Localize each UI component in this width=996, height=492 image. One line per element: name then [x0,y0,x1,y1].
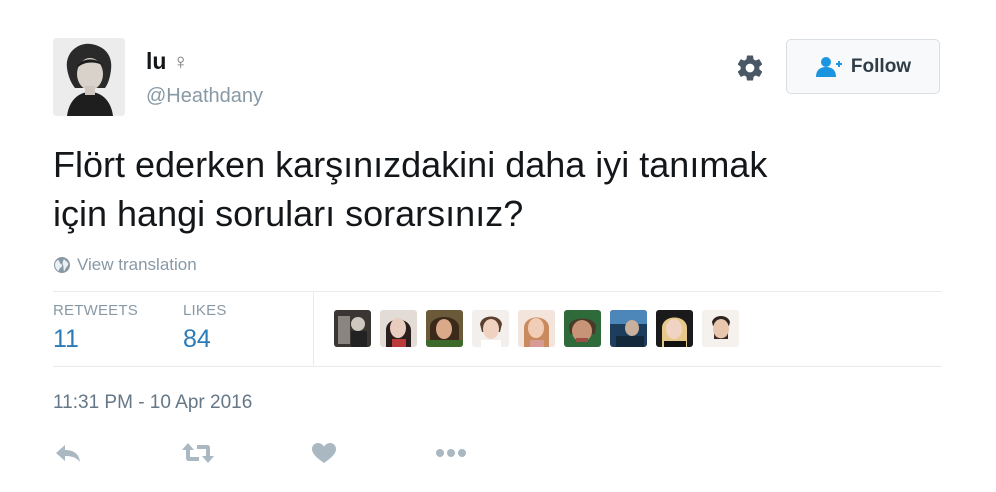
liker-avatar[interactable] [472,310,509,347]
follow-person-icon [815,56,842,77]
globe-icon [54,257,70,273]
avatar-portrait [53,38,125,116]
likes-stat[interactable]: LIKES 84 [183,302,227,354]
like-button[interactable] [307,438,341,468]
liker-avatar[interactable] [702,310,739,347]
tweet-text-line: için hangi soruları sorarsınız? [53,193,524,234]
liker-avatar[interactable] [564,310,601,347]
likers-avatars [334,310,748,347]
tweet-text: Flört ederken karşınızdakini daha iyi ta… [53,140,933,238]
heart-icon [312,443,336,463]
tweet-timestamp[interactable]: 11:31 PM - 10 Apr 2016 [53,392,252,414]
liker-avatar[interactable] [334,310,371,347]
tweet-text-line: Flört ederken karşınızdakini daha iyi ta… [53,144,768,185]
user-avatar[interactable] [53,38,125,116]
view-translation-label: View translation [77,255,197,274]
liker-avatar[interactable] [610,310,647,347]
follow-button[interactable]: Follow [786,39,940,94]
follow-label: Follow [850,55,912,77]
gear-icon [737,55,763,81]
stats-bottom-divider [53,366,942,367]
retweets-count: 11 [53,325,79,353]
likes-label: LIKES [183,302,227,319]
liker-avatar[interactable] [426,310,463,347]
liker-avatar[interactable] [380,310,417,347]
reply-button[interactable] [51,438,85,468]
liker-avatar[interactable] [656,310,693,347]
display-name[interactable]: lu ♀ [146,48,189,75]
reply-icon [56,445,80,462]
more-options-button[interactable] [434,438,468,468]
display-name-text: lu [146,48,167,74]
stats-top-divider [53,291,942,292]
tweet-card: lu ♀ @Heathdany Follow Flört ederken karş… [0,0,996,492]
retweets-label: RETWEETS [53,302,138,319]
more-dots-icon [436,449,466,457]
retweet-icon [182,443,214,463]
liker-avatar[interactable] [518,310,555,347]
settings-button[interactable] [733,51,767,85]
name-symbol: ♀ [172,49,189,74]
username[interactable]: @Heathdany [146,85,263,108]
stats-vertical-divider [313,292,314,366]
retweet-button[interactable] [181,438,215,468]
retweets-stat[interactable]: RETWEETS 11 [53,302,138,354]
view-translation-link[interactable]: View translation [53,255,197,275]
likes-count: 84 [183,325,211,353]
